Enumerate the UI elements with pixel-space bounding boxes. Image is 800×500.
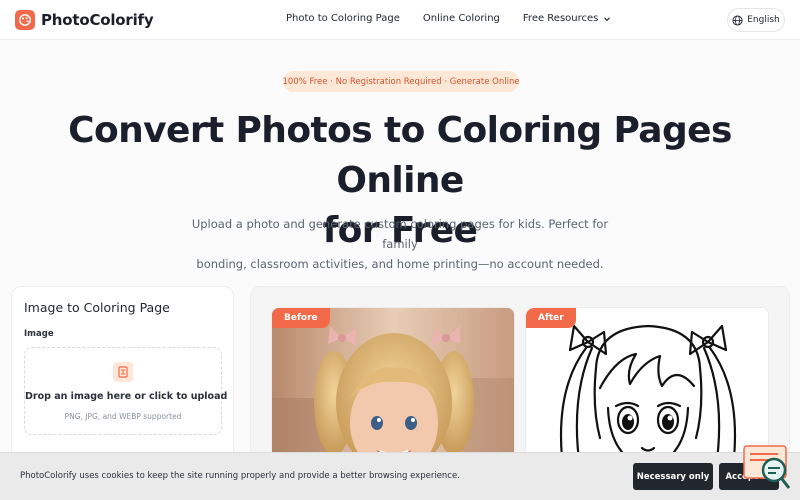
palette-icon — [15, 10, 35, 30]
language-label: English — [747, 15, 780, 25]
image-field-label: Image — [24, 329, 54, 339]
nav-free-resources-label: Free Resources — [522, 13, 599, 24]
dropzone-hint: PNG, JPG, and WEBP supported — [64, 412, 182, 421]
upload-image-icon — [113, 362, 133, 382]
page-subtitle-line-1: Upload a photo and generate custom color… — [191, 217, 609, 251]
nav-photo-to-coloring[interactable]: Photo to Coloring Page — [286, 13, 400, 24]
page-subtitle: Upload a photo and generate custom color… — [180, 214, 620, 274]
before-tag: Before — [272, 308, 330, 328]
cookie-text: PhotoColorify uses cookies to keep the s… — [20, 471, 460, 481]
after-tag: After — [526, 308, 576, 328]
image-dropzone[interactable]: Drop an image here or click to upload PN… — [24, 347, 228, 435]
dropzone-text: Drop an image here or click to upload — [25, 391, 228, 402]
nav-online-coloring[interactable]: Online Coloring — [423, 13, 500, 24]
feedback-widget-icon[interactable] — [742, 444, 792, 492]
globe-icon — [732, 14, 743, 26]
language-selector[interactable]: English — [727, 8, 785, 32]
chevron-down-icon — [604, 16, 611, 21]
necessary-only-button[interactable]: Necessary only — [633, 463, 713, 490]
brand-logo[interactable]: PhotoColorify — [15, 10, 154, 30]
nav-free-resources[interactable]: Free Resources — [523, 13, 611, 24]
brand-name: PhotoColorify — [41, 11, 154, 29]
site-header: PhotoColorify Photo to Coloring Page Onl… — [0, 0, 800, 40]
page-title-line-1: Convert Photos to Coloring Pages Online — [68, 110, 732, 201]
main-nav: Photo to Coloring Page Online Coloring F… — [286, 13, 634, 24]
free-badge: 100% Free · No Registration Required · G… — [282, 71, 520, 92]
page-subtitle-line-2: bonding, classroom activities, and home … — [196, 257, 604, 271]
cookie-banner: PhotoColorify uses cookies to keep the s… — [0, 452, 800, 500]
tool-title: Image to Coloring Page — [24, 300, 170, 315]
